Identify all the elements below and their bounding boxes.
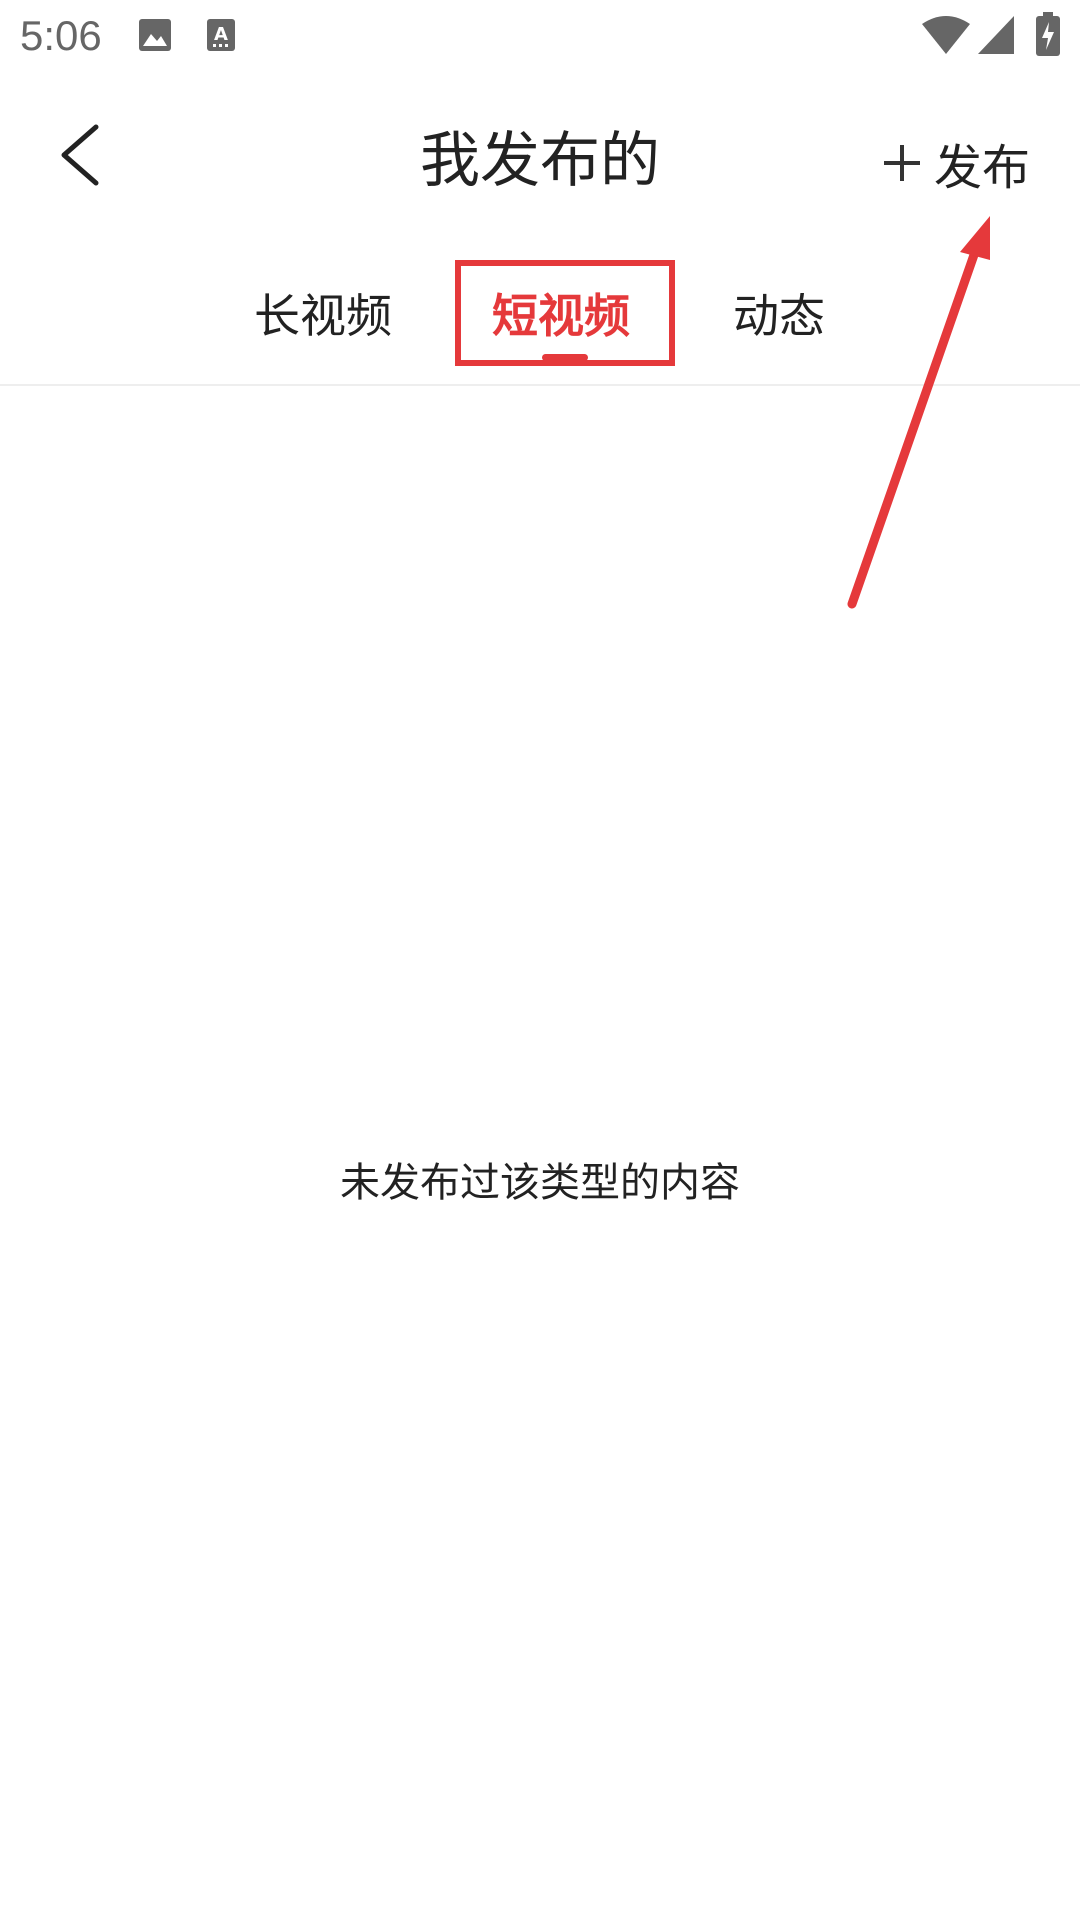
battery-charging-icon — [1036, 12, 1060, 60]
tabs-divider — [0, 384, 1080, 386]
status-bar: 5:06 A — [0, 0, 1080, 72]
tab-dynamic[interactable]: 动态 — [733, 280, 825, 346]
empty-state-message: 未发布过该类型的内容 — [340, 1160, 740, 1206]
image-icon — [138, 18, 172, 56]
tab-active-indicator — [542, 354, 588, 361]
publish-button[interactable]: 发布 — [883, 128, 1030, 198]
text-a-icon: A — [206, 18, 236, 56]
svg-text:A: A — [214, 24, 228, 45]
status-time: 5:06 — [20, 12, 102, 59]
tab-long-video[interactable]: 长视频 — [254, 280, 392, 346]
wifi-icon — [922, 16, 970, 58]
signal-icon — [978, 16, 1014, 58]
tab-short-video[interactable]: 短视频 — [492, 280, 630, 346]
header: 我发布的 发布 — [0, 72, 1080, 244]
plus-icon — [883, 145, 920, 181]
publish-label: 发布 — [933, 140, 1030, 196]
tab-bar: 长视频 短视频 动态 — [0, 244, 1080, 386]
